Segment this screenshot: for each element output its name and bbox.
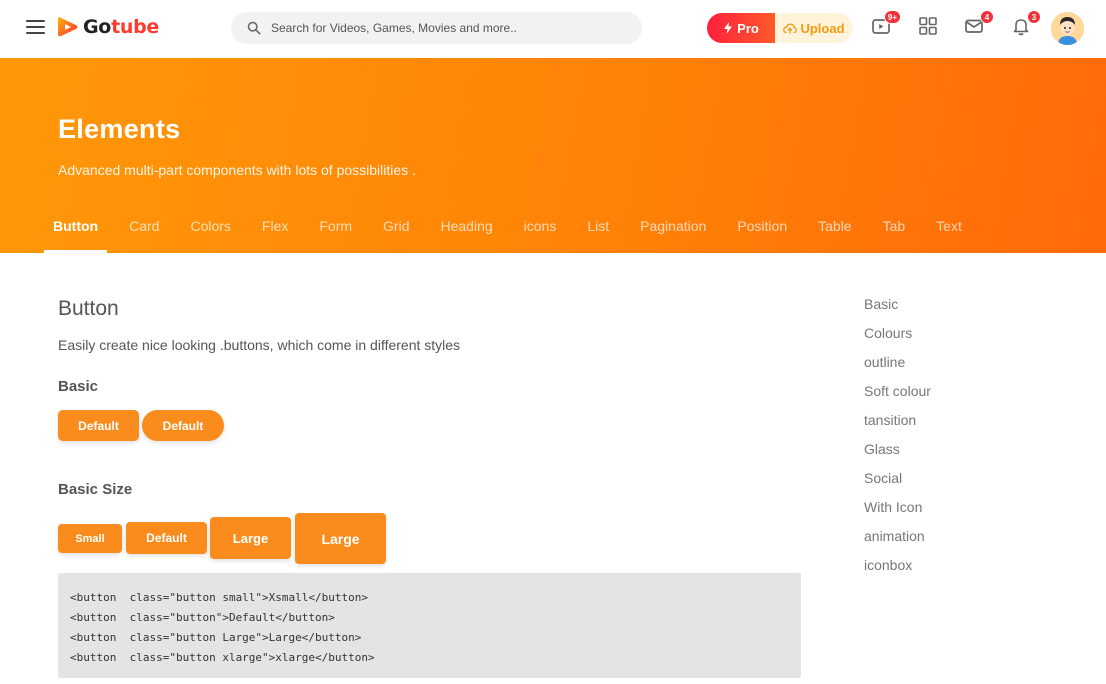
hero-banner: Elements Advanced multi-part components …: [0, 58, 1106, 253]
nav-with-icon[interactable]: With Icon: [864, 499, 931, 528]
nav-soft-colour[interactable]: Soft colour: [864, 383, 931, 412]
logo-text: Gotube: [83, 16, 159, 38]
nav-outline[interactable]: outline: [864, 354, 931, 383]
small-button[interactable]: Small: [58, 524, 122, 553]
basic-size-heading: Basic Size: [58, 481, 133, 498]
xlarge-button[interactable]: Large: [295, 513, 386, 564]
nav-iconbox[interactable]: iconbox: [864, 557, 931, 586]
default-size-button[interactable]: Default: [126, 522, 207, 554]
lightning-icon: [724, 22, 733, 34]
tab-colors[interactable]: Colors: [181, 210, 239, 253]
search-icon: [247, 21, 261, 35]
tab-heading[interactable]: Heading: [432, 210, 502, 253]
notifications-button[interactable]: 3: [1011, 10, 1041, 38]
upload-label: Upload: [800, 20, 845, 36]
tab-button[interactable]: Button: [44, 210, 108, 253]
tab-icons[interactable]: icons: [515, 210, 566, 253]
code-line: <button class="button Large">Large</butt…: [70, 631, 362, 644]
page-title: Elements: [58, 114, 181, 144]
search-input[interactable]: [271, 21, 631, 35]
cloud-upload-icon: [783, 23, 798, 33]
default-button[interactable]: Default: [58, 410, 139, 441]
tab-position[interactable]: Position: [728, 210, 796, 253]
page-subtitle: Advanced multi-part components with lots…: [58, 162, 416, 178]
nav-animation[interactable]: animation: [864, 528, 931, 557]
video-notification-button[interactable]: 9+: [871, 10, 901, 38]
nav-social[interactable]: Social: [864, 470, 931, 499]
tab-list[interactable]: List: [578, 210, 618, 253]
pro-label: Pro: [737, 20, 759, 36]
bell-badge: 3: [1027, 10, 1041, 24]
grid-icon: [919, 17, 937, 35]
logo-play-icon: [58, 17, 78, 37]
logo[interactable]: Gotube: [57, 15, 159, 39]
nav-basic[interactable]: Basic: [864, 296, 931, 325]
messages-button[interactable]: 4: [964, 10, 994, 38]
nav-transition[interactable]: tansition: [864, 412, 931, 441]
nav-colours[interactable]: Colours: [864, 325, 931, 354]
section-title: Button: [58, 297, 119, 320]
section-description: Easily create nice looking .buttons, whi…: [58, 337, 461, 353]
tab-flex[interactable]: Flex: [253, 210, 297, 253]
code-line: <button class="button small">Xsmall</but…: [70, 591, 369, 604]
code-line: <button class="button xlarge">xlarge</bu…: [70, 651, 375, 664]
top-header: Gotube Pro Upload 9+ 4 3: [0, 0, 1106, 58]
avatar-face-icon: [1051, 12, 1084, 45]
mail-badge: 4: [980, 10, 994, 24]
user-avatar[interactable]: [1051, 12, 1084, 45]
section-nav: Basic Colours outline Soft colour tansit…: [864, 296, 931, 586]
search-bar[interactable]: [231, 12, 642, 44]
video-badge: 9+: [883, 10, 901, 24]
code-block: <button class="button small">Xsmall</but…: [58, 573, 801, 678]
apps-grid-button[interactable]: [918, 16, 940, 38]
nav-glass[interactable]: Glass: [864, 441, 931, 470]
pro-upload-pill: Pro Upload: [707, 13, 853, 43]
tab-text[interactable]: Text: [927, 210, 971, 253]
basic-heading: Basic: [58, 378, 99, 395]
upload-button[interactable]: Upload: [775, 13, 853, 43]
tab-form[interactable]: Form: [310, 210, 361, 253]
code-line: <button class="button">Default</button>: [70, 611, 335, 624]
tab-pagination[interactable]: Pagination: [631, 210, 715, 253]
large-button[interactable]: Large: [210, 517, 291, 559]
tab-table[interactable]: Table: [809, 210, 860, 253]
element-tabs: Button Card Colors Flex Form Grid Headin…: [44, 210, 984, 253]
tab-card[interactable]: Card: [120, 210, 168, 253]
tab-grid[interactable]: Grid: [374, 210, 418, 253]
tab-tab[interactable]: Tab: [874, 210, 915, 253]
hamburger-menu-icon[interactable]: [26, 20, 45, 35]
pro-button[interactable]: Pro: [707, 13, 775, 43]
default-rounded-button[interactable]: Default: [142, 410, 224, 441]
